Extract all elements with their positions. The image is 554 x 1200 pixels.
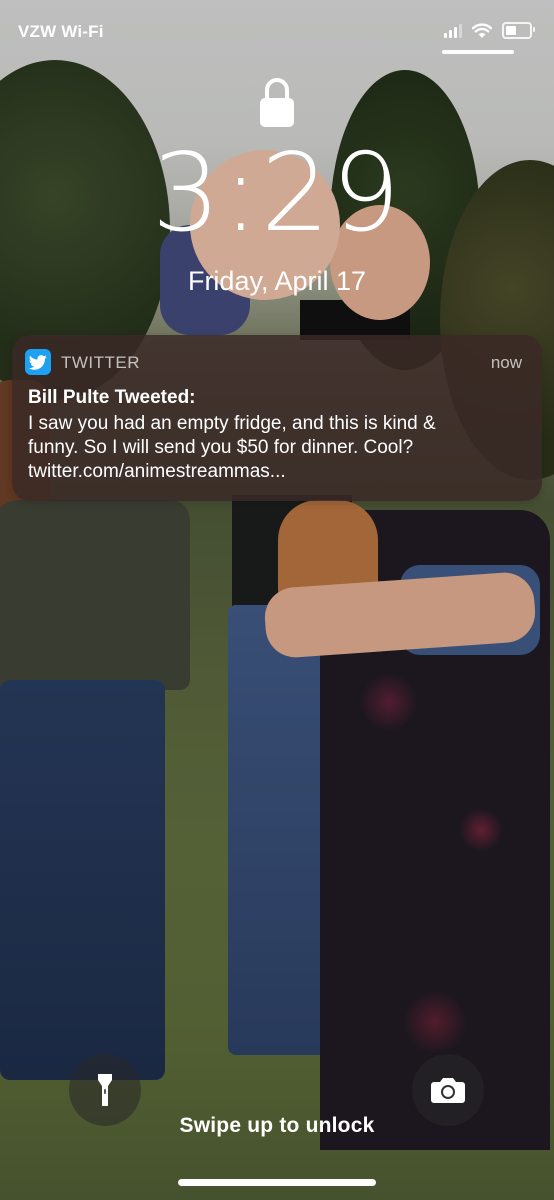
wifi-icon (472, 22, 492, 38)
lock-time: 3:29 (151, 131, 403, 256)
notification-header: TWITTER now (12, 335, 542, 387)
battery-icon (502, 22, 535, 39)
notification-title: Bill Pulte Tweeted: (28, 387, 196, 408)
twitter-bird-icon (25, 349, 51, 375)
control-center-indicator[interactable] (442, 50, 514, 54)
status-icons (444, 22, 535, 39)
camera-icon (431, 1078, 465, 1103)
notification-timestamp: now (490, 353, 522, 372)
lock-screen: VZW Wi-Fi 3:29 Friday, April 17 TWITTER … (0, 0, 554, 1200)
notification-body-line: funny. So I will send you $50 for dinner… (28, 437, 414, 458)
swipe-up-label: Swipe up to unlock (179, 1114, 375, 1137)
notification-body-line: I saw you had an empty fridge, and this … (28, 413, 436, 434)
carrier-label: VZW Wi-Fi (18, 22, 104, 41)
home-indicator[interactable] (178, 1179, 376, 1186)
notification-body: I saw you had an empty fridge, and this … (28, 412, 528, 484)
status-bar: VZW Wi-Fi (0, 0, 554, 60)
signal-icon (444, 23, 462, 38)
notification-body-line: twitter.com/animestreammas... (28, 461, 286, 482)
twitter-notification[interactable]: TWITTER now Bill Pulte Tweeted: I saw yo… (12, 335, 542, 501)
notification-app-name: TWITTER (61, 353, 141, 372)
lock-date: Friday, April 17 (187, 266, 367, 296)
battery-level (506, 26, 516, 35)
flashlight-icon (98, 1074, 112, 1106)
lock-icon (260, 78, 294, 127)
